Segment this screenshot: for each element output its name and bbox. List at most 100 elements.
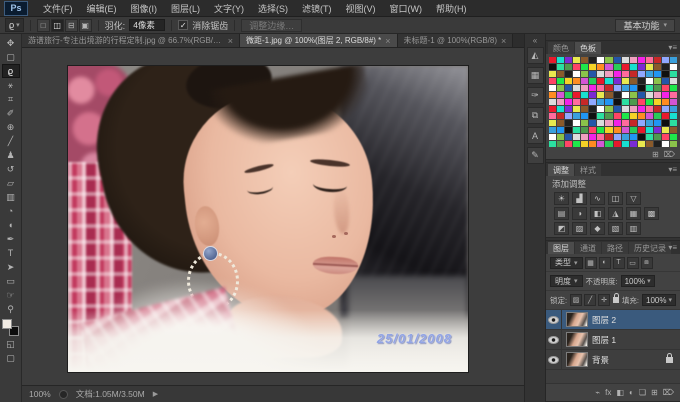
swatch[interactable]: [670, 57, 677, 63]
blur-tool[interactable]: ◔: [2, 204, 20, 218]
swatch[interactable]: [622, 120, 629, 126]
swatch[interactable]: [565, 120, 572, 126]
new-adjustment-icon[interactable]: ◐: [629, 388, 634, 397]
quick-mask-button[interactable]: ◱: [2, 337, 20, 351]
swatch[interactable]: [662, 78, 669, 84]
healing-brush-tool[interactable]: ⊕: [2, 120, 20, 134]
layer-row[interactable]: 背景: [546, 350, 680, 370]
add-selection-icon[interactable]: ◫: [51, 19, 64, 32]
subtract-selection-icon[interactable]: ⊟: [65, 19, 78, 32]
swatch[interactable]: [638, 92, 645, 98]
swatch[interactable]: [565, 57, 572, 63]
swatch[interactable]: [581, 92, 588, 98]
swatch[interactable]: [614, 71, 621, 77]
tab-close-icon[interactable]: ×: [501, 36, 506, 46]
swatch[interactable]: [630, 78, 637, 84]
swatch[interactable]: [662, 113, 669, 119]
swatch[interactable]: [597, 71, 604, 77]
swatch[interactable]: [565, 106, 572, 112]
menu-item-6[interactable]: 滤镜(T): [295, 2, 339, 15]
swatch[interactable]: [646, 120, 653, 126]
photo-filter-icon[interactable]: ◮: [608, 207, 623, 220]
threshold-icon[interactable]: ◆: [590, 222, 605, 235]
swatch[interactable]: [638, 64, 645, 70]
tab-close-icon[interactable]: ×: [385, 36, 390, 46]
swatch[interactable]: [622, 113, 629, 119]
swatch[interactable]: [614, 141, 621, 147]
swatch[interactable]: [670, 120, 677, 126]
black-white-icon[interactable]: ◧: [590, 207, 605, 220]
swatch[interactable]: [662, 134, 669, 140]
swatch[interactable]: [638, 113, 645, 119]
swatch[interactable]: [646, 92, 653, 98]
swatch[interactable]: [638, 71, 645, 77]
swatch[interactable]: [581, 71, 588, 77]
swatch[interactable]: [565, 64, 572, 70]
foreground-color-swatch[interactable]: [2, 319, 12, 329]
vibrance-icon[interactable]: ▽: [626, 192, 641, 205]
swatch[interactable]: [670, 78, 677, 84]
swatch[interactable]: [581, 134, 588, 140]
swatch[interactable]: [605, 127, 612, 133]
swatch[interactable]: [670, 106, 677, 112]
swatch[interactable]: [630, 113, 637, 119]
swatch[interactable]: [638, 99, 645, 105]
clone-source-panel-icon[interactable]: ⧉: [527, 107, 544, 124]
swatch[interactable]: [589, 71, 596, 77]
swatch[interactable]: [597, 106, 604, 112]
swatch[interactable]: [549, 57, 556, 63]
swatch[interactable]: [622, 64, 629, 70]
swatch[interactable]: [589, 92, 596, 98]
brightness-contrast-icon[interactable]: ☀: [554, 192, 569, 205]
quick-selection-tool[interactable]: ⚹: [2, 78, 20, 92]
layer-filter-type-select[interactable]: 类型 ▾: [550, 257, 583, 269]
swatch[interactable]: [662, 64, 669, 70]
move-tool[interactable]: ✥: [2, 36, 20, 50]
swatch[interactable]: [646, 134, 653, 140]
swatch[interactable]: [646, 99, 653, 105]
new-selection-icon[interactable]: □: [37, 19, 50, 32]
eraser-tool[interactable]: ▱: [2, 176, 20, 190]
expand-panels-icon[interactable]: «: [533, 36, 537, 44]
swatch[interactable]: [646, 141, 653, 147]
gradient-map-icon[interactable]: ▧: [608, 222, 623, 235]
swatch[interactable]: [622, 106, 629, 112]
swatch[interactable]: [597, 127, 604, 133]
new-swatch-icon[interactable]: ⊞: [652, 150, 659, 159]
swatch[interactable]: [581, 85, 588, 91]
layer-visibility-toggle[interactable]: [546, 310, 562, 329]
swatch[interactable]: [654, 85, 661, 91]
layer-row[interactable]: 图层 1: [546, 330, 680, 350]
hand-tool[interactable]: ☞: [2, 288, 20, 302]
color-lookup-icon[interactable]: ▩: [644, 207, 659, 220]
swatch[interactable]: [597, 141, 604, 147]
swatch[interactable]: [605, 92, 612, 98]
swatch[interactable]: [622, 92, 629, 98]
swatch[interactable]: [622, 78, 629, 84]
swatch[interactable]: [646, 71, 653, 77]
swatch[interactable]: [614, 99, 621, 105]
intersect-selection-icon[interactable]: ▣: [79, 19, 92, 32]
swatch[interactable]: [557, 99, 564, 105]
lock-pixels-icon[interactable]: ╱: [584, 294, 596, 306]
swatch[interactable]: [638, 141, 645, 147]
swatch[interactable]: [581, 106, 588, 112]
swatch[interactable]: [597, 134, 604, 140]
swatch[interactable]: [614, 85, 621, 91]
swatch[interactable]: [614, 120, 621, 126]
swatch[interactable]: [557, 64, 564, 70]
channels-panel-icon[interactable]: ▦: [527, 67, 544, 84]
tool-preset-picker[interactable]: ϱ ▾: [5, 18, 24, 32]
swatch[interactable]: [557, 92, 564, 98]
document-tab-3[interactable]: 未标题-1 @ 100%(RGB/8)×: [398, 34, 514, 47]
layer-visibility-toggle[interactable]: [546, 330, 562, 349]
swatch[interactable]: [614, 92, 621, 98]
lasso-tool[interactable]: ϱ: [2, 64, 20, 78]
swatch[interactable]: [605, 134, 612, 140]
swatch[interactable]: [622, 85, 629, 91]
swatch[interactable]: [589, 113, 596, 119]
swatch[interactable]: [646, 85, 653, 91]
panel-tab-1[interactable]: 通道: [575, 242, 601, 254]
swatch[interactable]: [589, 57, 596, 63]
swatch[interactable]: [630, 106, 637, 112]
